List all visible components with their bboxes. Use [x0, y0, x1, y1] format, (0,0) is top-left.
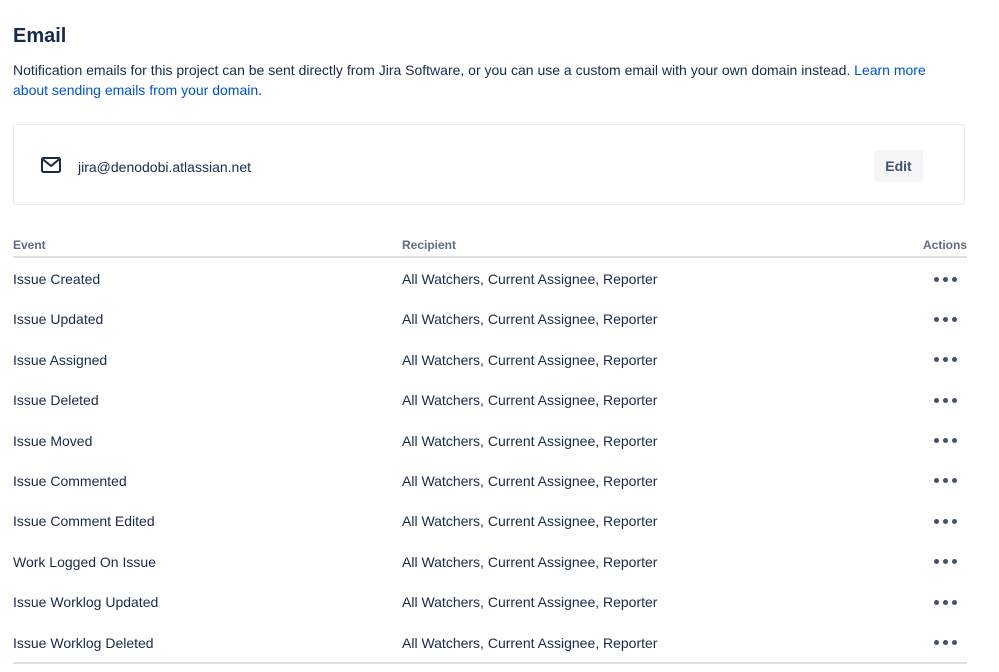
mail-icon: [41, 157, 61, 173]
table-row: Issue Worklog Deleted All Watchers, Curre…: [13, 622, 967, 662]
table-body: Issue Created All Watchers, Current Assig…: [13, 258, 967, 662]
notifications-table: Event Recipient Actions Issue Created All…: [13, 234, 967, 662]
recipient-cell: All Watchers, Current Assignee, Reporter: [402, 513, 658, 530]
event-cell: Issue Assigned: [13, 351, 108, 368]
table-row: Issue Worklog Updated All Watchers, Curre…: [13, 581, 967, 621]
more-icon: [933, 640, 957, 646]
recipient-cell: All Watchers, Current Assignee, Reporter: [402, 271, 658, 287]
recipient-cell: All Watchers, Current Assignee, Reporter: [402, 392, 658, 409]
more-icon: [933, 559, 957, 565]
more-actions-button[interactable]: [931, 308, 959, 330]
event-cell: Issue Deleted: [13, 392, 99, 409]
event-cell: Work Logged On Issue: [13, 553, 156, 570]
more-actions-button[interactable]: [931, 591, 959, 613]
recipient-cell: All Watchers, Current Assignee, Reporter: [402, 472, 658, 489]
email-card: jira@denodobi.atlassian.net Edit: [13, 124, 965, 205]
table-row: Issue Assigned All Watchers, Current Assi…: [13, 339, 967, 379]
column-header-event[interactable]: Event: [13, 237, 46, 253]
event-cell: Issue Created: [13, 271, 101, 287]
event-cell: Issue Worklog Deleted: [13, 634, 154, 651]
table-row: Issue Updated All Watchers, Current Assig…: [13, 298, 967, 338]
table-header: Event Recipient Actions: [13, 234, 967, 258]
more-icon: [933, 518, 957, 524]
recipient-cell: All Watchers, Current Assignee, Reporter: [402, 594, 658, 611]
recipient-cell: All Watchers, Current Assignee, Reporter: [402, 634, 658, 651]
email-address: jira@denodobi.atlassian.net: [78, 159, 251, 175]
table-row: Issue Deleted All Watchers, Current Assig…: [13, 379, 967, 419]
page-title: Email: [13, 25, 67, 47]
more-actions-button[interactable]: [931, 268, 959, 290]
event-cell: Issue Moved: [13, 432, 93, 449]
more-actions-button[interactable]: [931, 510, 959, 532]
more-icon: [933, 357, 957, 363]
event-cell: Issue Commented: [13, 472, 127, 489]
more-icon: [933, 276, 957, 282]
more-actions-button[interactable]: [931, 349, 959, 371]
event-cell: Issue Worklog Updated: [13, 594, 159, 611]
more-icon: [933, 438, 957, 444]
recipient-cell: All Watchers, Current Assignee, Reporter: [402, 311, 658, 328]
table-row: Issue Created All Watchers, Current Assig…: [13, 258, 967, 298]
event-cell: Issue Comment Edited: [13, 513, 155, 530]
more-icon: [933, 599, 957, 605]
column-header-recipient[interactable]: Recipient: [402, 237, 456, 253]
more-actions-button[interactable]: [931, 430, 959, 452]
table-bottom-divider: [13, 662, 967, 664]
more-icon: [933, 316, 957, 322]
table-row: Issue Moved All Watchers, Current Assigne…: [13, 420, 967, 460]
more-icon: [933, 397, 957, 403]
table-row: Issue Commented All Watchers, Current Ass…: [13, 460, 967, 500]
more-actions-button[interactable]: [931, 389, 959, 411]
recipient-cell: All Watchers, Current Assignee, Reporter: [402, 553, 658, 570]
event-cell: Issue Updated: [13, 311, 104, 328]
more-actions-button[interactable]: [931, 551, 959, 573]
description-text: Notification emails for this project can…: [13, 62, 851, 78]
more-icon: [933, 478, 957, 484]
table-row: Work Logged On Issue All Watchers, Curren…: [13, 541, 967, 581]
more-actions-button[interactable]: [931, 632, 959, 654]
description-period: .: [258, 82, 263, 98]
more-actions-button[interactable]: [931, 470, 959, 492]
page-description: Notification emails for this project can…: [13, 60, 963, 100]
recipient-cell: All Watchers, Current Assignee, Reporter: [402, 351, 658, 368]
recipient-cell: All Watchers, Current Assignee, Reporter: [402, 432, 658, 449]
column-header-actions: Actions: [922, 238, 967, 252]
edit-button[interactable]: Edit: [874, 150, 923, 182]
table-row: Issue Comment Edited All Watchers, Curren…: [13, 500, 967, 540]
